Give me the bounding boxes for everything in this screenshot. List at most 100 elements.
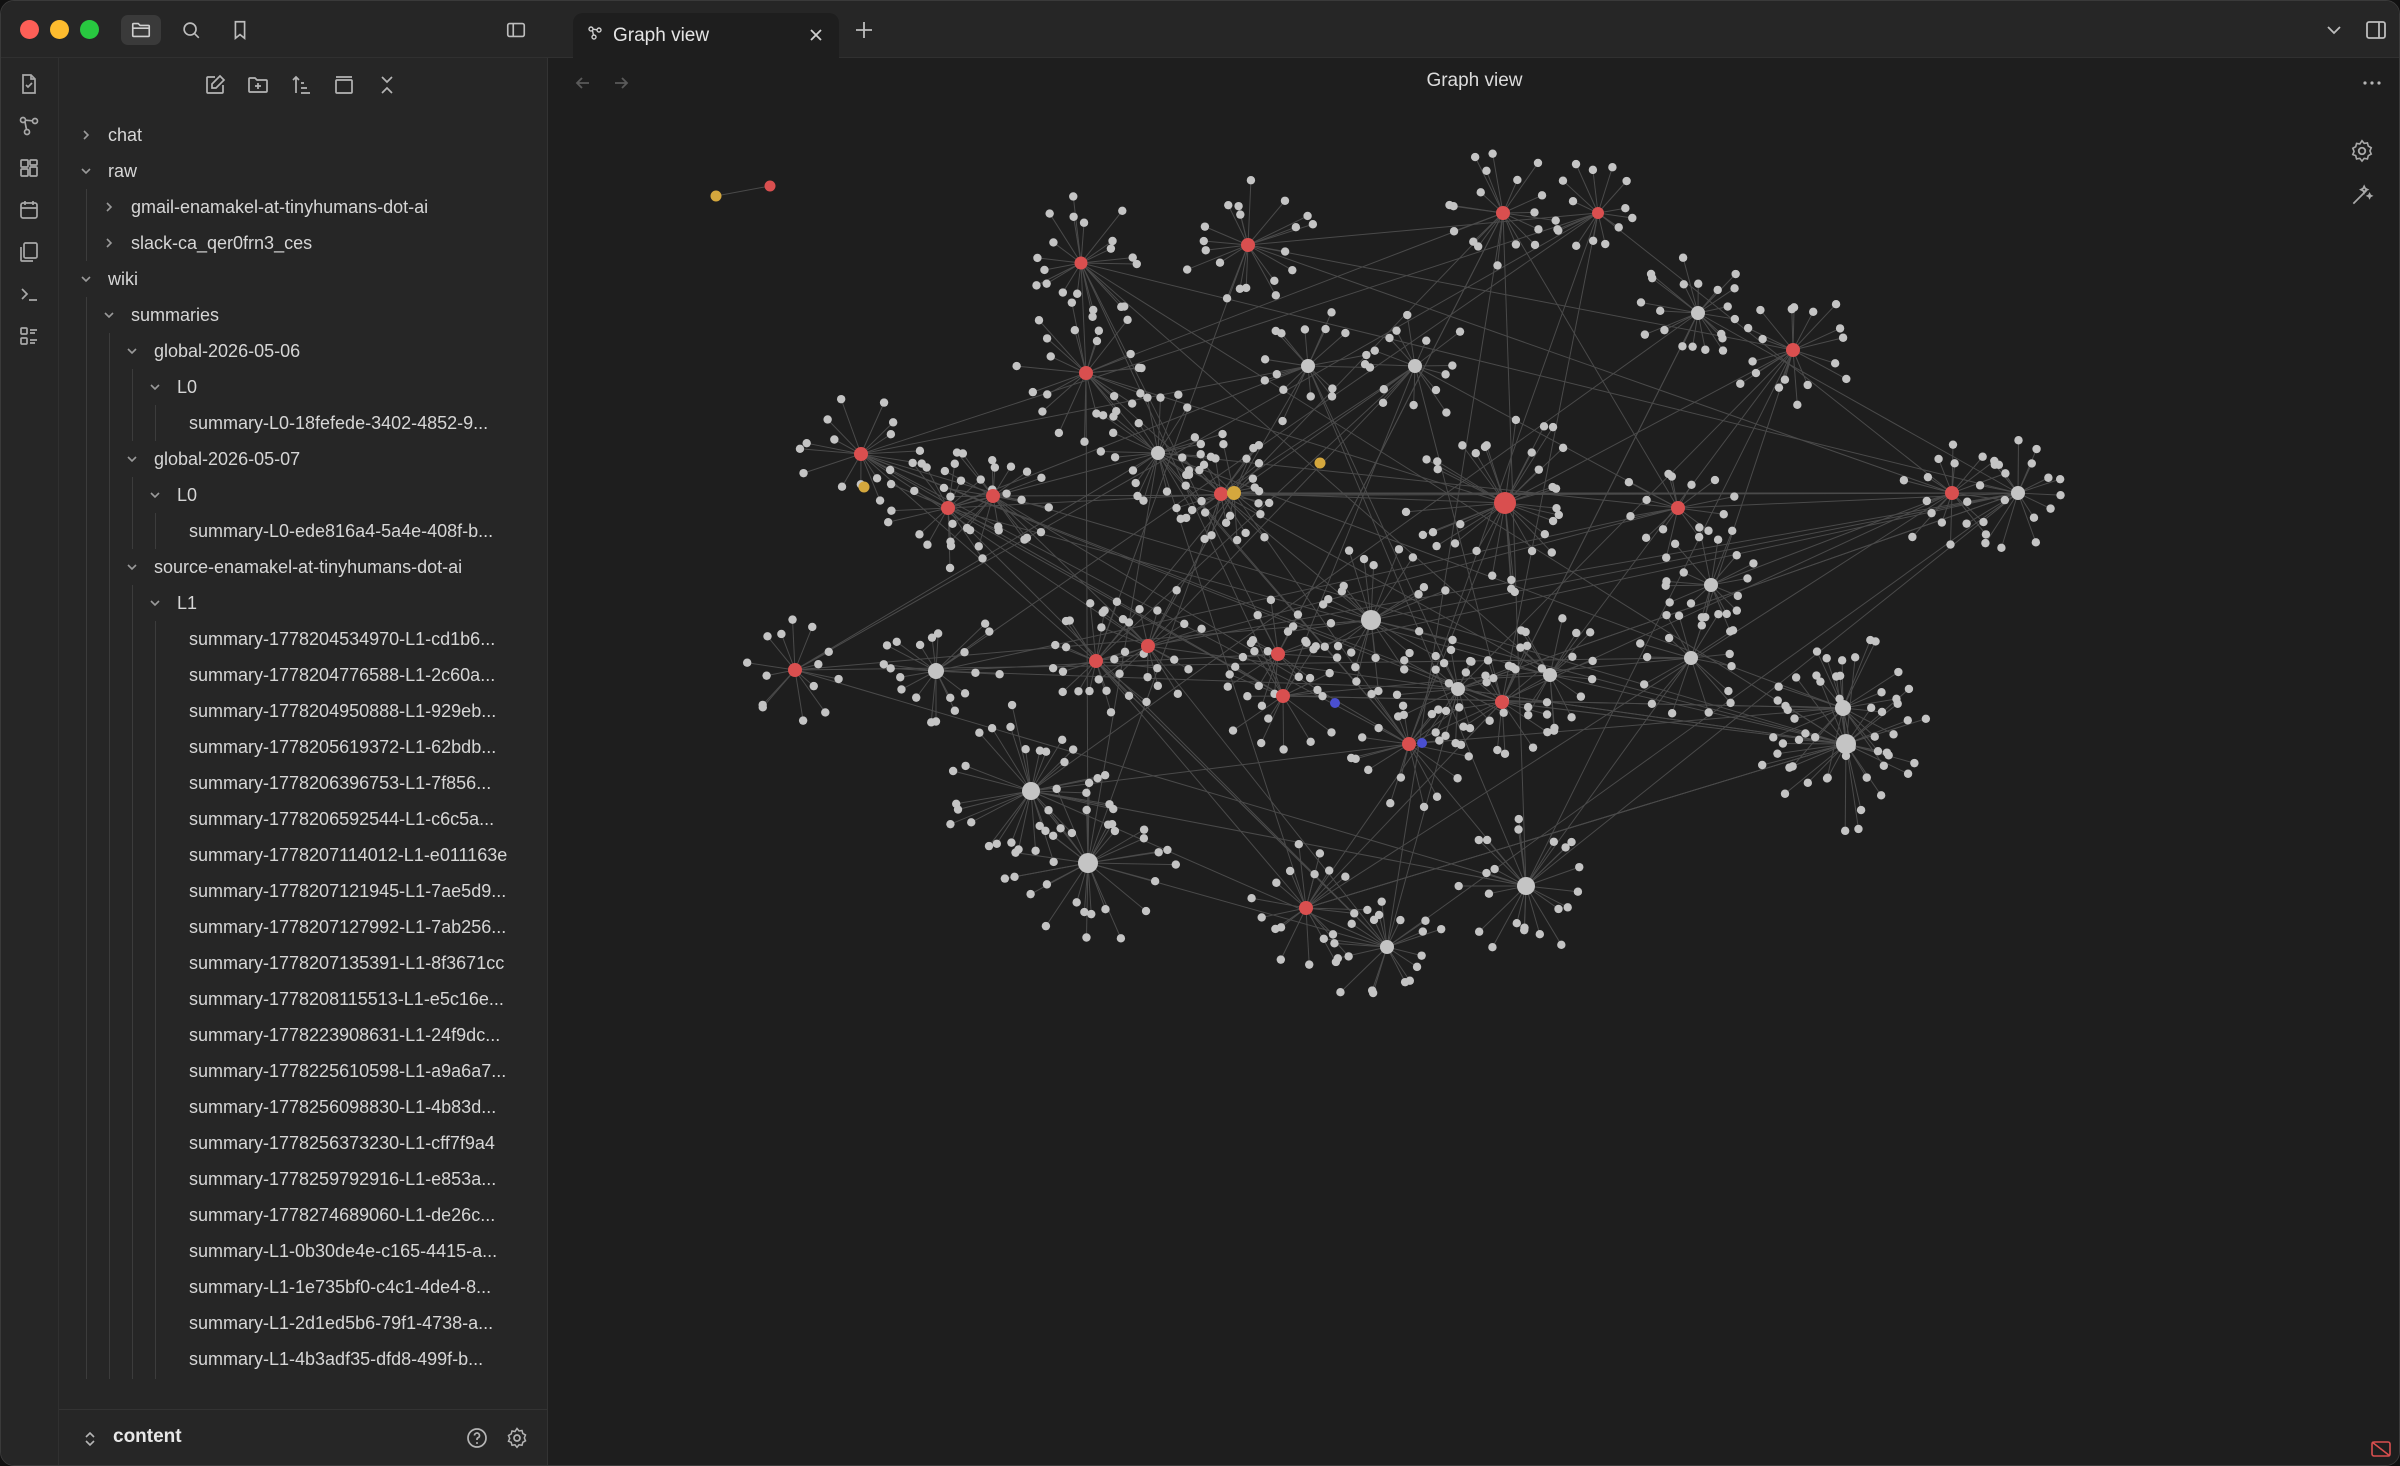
graph-node[interactable]	[1223, 682, 1233, 691]
graph-node[interactable]	[1043, 390, 1052, 399]
graph-node[interactable]	[1626, 512, 1635, 521]
graph-node[interactable]	[2044, 473, 2053, 482]
graph-node[interactable]	[1840, 826, 1850, 836]
graph-node[interactable]	[1923, 472, 1933, 482]
graph-node[interactable]	[1117, 302, 1126, 312]
graph-node[interactable]	[1422, 455, 1431, 464]
graph-node[interactable]	[1248, 474, 1258, 483]
graph-node[interactable]	[1483, 656, 1493, 665]
graph-node[interactable]	[1041, 747, 1051, 756]
graph-node[interactable]	[1000, 874, 1010, 883]
graph-node[interactable]	[2056, 490, 2065, 500]
graph-node[interactable]	[1236, 210, 1245, 219]
graph-node[interactable]	[1094, 326, 1104, 335]
graph-node[interactable]	[1067, 298, 1077, 307]
chevron-down-icon[interactable]	[79, 164, 93, 178]
graph-node[interactable]	[1561, 843, 1570, 852]
chevron-right-icon[interactable]	[102, 236, 116, 250]
graph-node[interactable]	[1585, 628, 1595, 637]
files-icon[interactable]	[121, 15, 161, 45]
graph-node[interactable]	[1786, 343, 1800, 357]
graph-node[interactable]	[1639, 680, 1649, 689]
graph-node[interactable]	[1727, 661, 1736, 671]
graph-node[interactable]	[1341, 872, 1350, 881]
graph-node[interactable]	[1873, 746, 1883, 756]
collapse-icon[interactable]	[332, 73, 360, 101]
graph-node[interactable]	[1418, 530, 1428, 540]
graph-node[interactable]	[1927, 508, 1936, 518]
graph-node[interactable]	[1347, 919, 1356, 929]
graph-node[interactable]	[1730, 314, 1740, 324]
graph-node[interactable]	[1086, 599, 1095, 608]
sidebar-toggle-icon[interactable]	[496, 15, 536, 45]
graph-node[interactable]	[1975, 481, 1985, 490]
chevron-down-icon[interactable]	[102, 308, 116, 322]
graph-node[interactable]	[1134, 363, 1144, 373]
graph-node[interactable]	[1471, 449, 1480, 458]
graph-node[interactable]	[1482, 868, 1491, 878]
graph-node[interactable]	[1042, 880, 1052, 889]
graph-node[interactable]	[1979, 517, 1988, 527]
graph-node[interactable]	[1837, 656, 1847, 665]
graph-node[interactable]	[1713, 285, 1722, 295]
graph-node[interactable]	[1694, 279, 1703, 288]
vault-name[interactable]: content	[113, 1426, 182, 1448]
graph-node[interactable]	[1135, 604, 1144, 614]
graph-node[interactable]	[1306, 392, 1315, 401]
graph-node[interactable]	[1227, 486, 1241, 500]
graph-node[interactable]	[1181, 481, 1190, 490]
graph-node[interactable]	[1171, 860, 1181, 869]
graph-node[interactable]	[1409, 400, 1418, 410]
graph-node[interactable]	[1339, 581, 1348, 591]
graph-node[interactable]	[1678, 342, 1687, 351]
graph-node[interactable]	[1400, 665, 1409, 674]
graph-node[interactable]	[1732, 606, 1742, 615]
graph-node[interactable]	[788, 615, 797, 624]
graph-node[interactable]	[1089, 305, 1098, 315]
tree-folder[interactable]: wiki	[59, 261, 548, 297]
canvas-icon[interactable]	[17, 156, 43, 182]
graph-node[interactable]	[1370, 346, 1379, 355]
graph-node[interactable]	[1369, 561, 1378, 570]
graph-node[interactable]	[1507, 584, 1516, 594]
graph-node[interactable]	[1124, 691, 1134, 701]
graph-node[interactable]	[836, 394, 846, 404]
graph-node[interactable]	[1419, 583, 1429, 592]
zoom-window-button[interactable]	[80, 20, 99, 39]
graph-node[interactable]	[1260, 533, 1269, 542]
graph-node[interactable]	[1882, 748, 1892, 757]
graph-node[interactable]	[886, 479, 896, 489]
graph-node[interactable]	[941, 501, 955, 515]
graph-node[interactable]	[1021, 744, 1030, 754]
graph-node[interactable]	[1300, 325, 1310, 334]
graph-node[interactable]	[1670, 539, 1680, 549]
graph-node[interactable]	[1363, 905, 1372, 915]
graph-node[interactable]	[1997, 543, 2006, 553]
graph-node[interactable]	[1094, 675, 1103, 684]
graph-node[interactable]	[1082, 933, 1091, 942]
graph-node[interactable]	[1172, 503, 1181, 513]
graph-node[interactable]	[960, 689, 970, 698]
graph-node[interactable]	[1096, 447, 1106, 456]
graph-node[interactable]	[1464, 752, 1473, 761]
graph-node[interactable]	[1294, 840, 1303, 849]
graph-node[interactable]	[1222, 294, 1232, 303]
graph-node[interactable]	[1539, 422, 1549, 431]
graph-node[interactable]	[1285, 866, 1295, 876]
tree-folder[interactable]: raw	[59, 153, 548, 189]
graph-node[interactable]	[1022, 467, 1032, 476]
graph-node[interactable]	[1109, 412, 1118, 421]
graph-node[interactable]	[978, 554, 987, 563]
graph-node[interactable]	[1231, 662, 1240, 672]
graph-node[interactable]	[1048, 663, 1058, 673]
graph-node[interactable]	[1876, 791, 1886, 800]
graph-node[interactable]	[1414, 627, 1424, 636]
graph-node[interactable]	[1333, 954, 1343, 963]
graph-node[interactable]	[1568, 652, 1577, 661]
graph-node[interactable]	[1748, 357, 1757, 366]
graph-node[interactable]	[1850, 653, 1860, 662]
graph-node[interactable]	[958, 449, 968, 458]
graph-node[interactable]	[1002, 489, 1011, 498]
graph-node[interactable]	[1082, 805, 1091, 815]
graph-node[interactable]	[1687, 480, 1696, 489]
